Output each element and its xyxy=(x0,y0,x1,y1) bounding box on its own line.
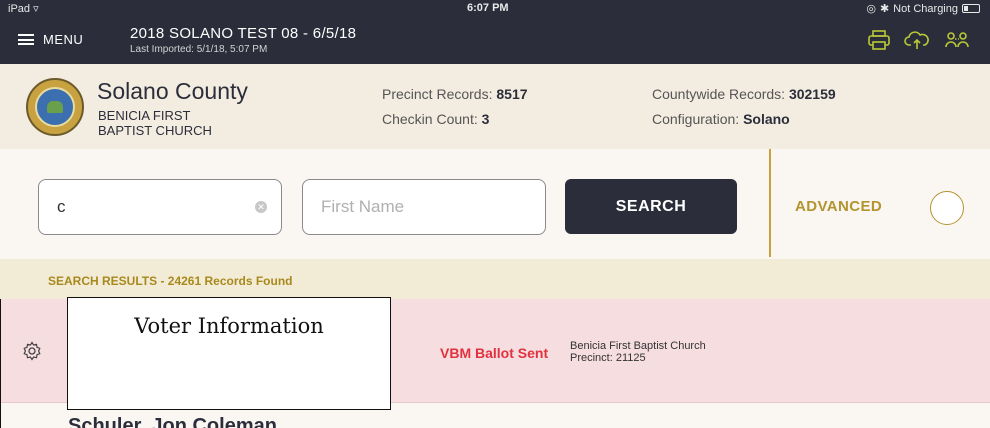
countywide-records: Countywide Records: 302159 xyxy=(652,86,836,102)
first-name-placeholder: First Name xyxy=(321,197,405,216)
users-icon[interactable] xyxy=(944,30,970,50)
app-header: iPad ▿ 6:07 PM ◎ ✱ Not Charging MENU 201… xyxy=(0,0,990,64)
last-imported: Last Imported: 5/1/18, 5:07 PM xyxy=(130,44,268,55)
search-bar: c ✕ First Name SEARCH ADVANCED xyxy=(0,149,990,259)
status-time: 6:07 PM xyxy=(467,2,509,14)
precinct-number: Precinct: 21125 xyxy=(570,352,646,364)
location-line-1: BENICIA FIRST xyxy=(98,108,191,123)
precinct-records: Precinct Records: 8517 xyxy=(382,86,528,102)
annotation-edge xyxy=(0,299,6,428)
voter-information-label: Voter Information xyxy=(67,297,391,410)
charging-status: Not Charging xyxy=(893,2,958,15)
voter-name: Schuler, Jon Coleman xyxy=(68,415,277,428)
status-device: iPad ▿ xyxy=(8,2,39,15)
search-button[interactable]: SEARCH xyxy=(565,179,737,234)
printer-icon[interactable] xyxy=(868,30,890,50)
county-name: Solano County xyxy=(97,78,248,104)
divider xyxy=(769,149,771,257)
election-title: 2018 SOLANO TEST 08 - 6/5/18 xyxy=(130,25,357,42)
county-info: Solano County BENICIA FIRST BAPTIST CHUR… xyxy=(0,64,990,149)
status-right: ◎ ✱ Not Charging xyxy=(866,2,980,15)
gear-icon[interactable] xyxy=(22,341,42,361)
lock-rotation-icon: ◎ xyxy=(866,3,876,15)
cloud-upload-icon[interactable] xyxy=(904,30,930,50)
last-name-input[interactable]: c ✕ xyxy=(38,179,282,235)
menu-button[interactable]: MENU xyxy=(18,32,83,47)
results-summary: SEARCH RESULTS - 24261 Records Found xyxy=(48,274,293,288)
checkin-count: Checkin Count: 3 xyxy=(382,111,490,127)
bluetooth-icon: ✱ xyxy=(879,3,890,15)
results-header: SEARCH RESULTS - 24261 Records Found xyxy=(0,259,990,299)
overlay-text: Voter Information xyxy=(134,314,324,338)
advanced-label[interactable]: ADVANCED xyxy=(795,198,882,215)
device-label: iPad xyxy=(8,3,31,15)
status-badge: VBM Ballot Sent xyxy=(440,345,549,361)
hamburger-icon xyxy=(18,34,34,45)
polling-place: Benicia First Baptist Church xyxy=(570,340,706,352)
county-seal-icon xyxy=(26,78,84,136)
wifi-icon: ▿ xyxy=(33,3,39,15)
clear-icon[interactable]: ✕ xyxy=(255,201,267,213)
battery-icon xyxy=(962,4,980,13)
location-line-2: BAPTIST CHURCH xyxy=(98,123,212,138)
configuration: Configuration: Solano xyxy=(652,111,790,127)
menu-label: MENU xyxy=(43,32,84,47)
header-actions xyxy=(868,30,970,50)
first-name-input[interactable]: First Name xyxy=(302,179,546,235)
last-name-value: c xyxy=(57,197,66,216)
advanced-toggle[interactable] xyxy=(930,191,964,225)
